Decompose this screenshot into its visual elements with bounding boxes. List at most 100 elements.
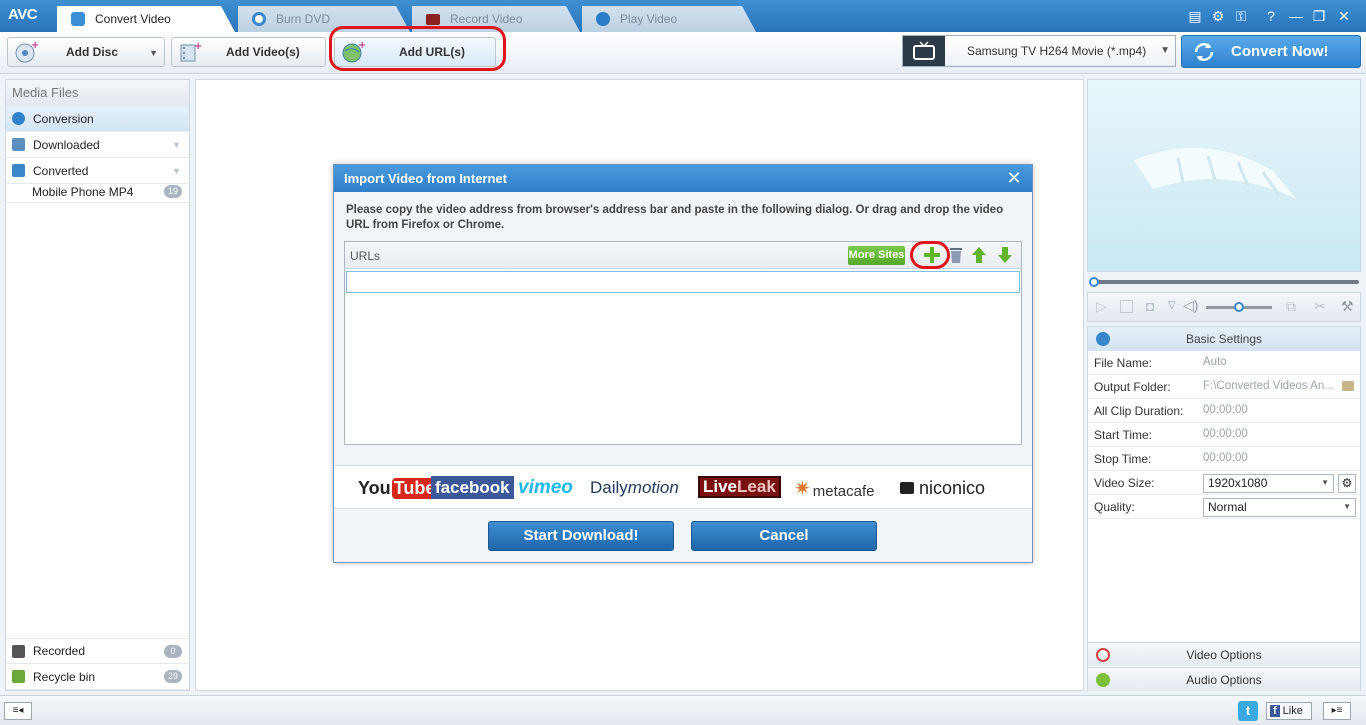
twitter-icon[interactable]: t [1238,701,1258,721]
cancel-button[interactable]: Cancel [691,521,877,551]
film-strip-icon [1132,146,1299,201]
audio-options-button[interactable]: Audio Options [1088,667,1360,691]
seek-bar[interactable] [1087,277,1361,287]
media-files-panel: Media Files Conversion Downloaded ▼ Conv… [5,79,190,691]
video-size-select[interactable]: 1920x1080 ▼ [1203,474,1334,493]
count-badge: 29 [164,670,182,683]
chevron-down-icon[interactable]: ▽ [1168,300,1176,311]
add-videos-button[interactable]: + Add Video(s) [171,37,326,67]
minimize-icon[interactable]: — [1287,7,1305,25]
key-icon[interactable]: ⚿ [1232,7,1250,25]
niconico-logo[interactable]: niconico [900,476,985,500]
move-down-icon[interactable] [997,246,1013,264]
youtube-logo[interactable]: You Tube [358,476,438,500]
record-icon [426,14,440,25]
scissors-icon[interactable]: ✂ [1314,298,1326,315]
tab-play-video[interactable]: Play Video [582,6,756,32]
play-icon[interactable]: ▷ [1096,298,1107,315]
output-profile-select[interactable]: Samsung TV H264 Movie (*.mp4) ▼ [902,35,1176,67]
url-list: URLs More Sites [344,241,1022,445]
setting-label: Start Time: [1094,428,1153,442]
highlight-ring [910,241,950,269]
start-download-button[interactable]: Start Download! [488,521,674,551]
gear-icon[interactable]: ⚙ [1209,7,1227,25]
camcorder-icon [12,644,25,658]
disc-add-icon: + [15,40,38,63]
video-options-label: Video Options [1186,648,1262,662]
clip-duration-value: 00:00:00 [1203,404,1248,416]
liveleak-logo[interactable]: Live Leak [698,476,781,498]
chevron-down-icon[interactable]: ▼ [1160,45,1170,56]
metacafe-logo[interactable]: ✷ metacafe [794,476,874,500]
audio-options-label: Audio Options [1186,673,1262,687]
download-icon [12,138,25,151]
start-time-row: Start Time: 00:00:00 [1088,423,1360,447]
converted-icon [12,164,25,177]
dailymotion-logo[interactable]: Daily motion [590,476,679,500]
wrench-icon[interactable]: ⚒ [1341,298,1354,315]
film-icon [1096,648,1110,662]
folder-icon[interactable] [1342,381,1354,391]
sidebar-item-recorded[interactable]: Recorded 0 [6,638,189,664]
start-time-value[interactable]: 00:00:00 [1203,428,1343,440]
sidebar-item-downloaded[interactable]: Downloaded ▼ [6,132,189,158]
more-sites-button[interactable]: More Sites [848,246,905,265]
quality-select[interactable]: Normal ▼ [1203,498,1356,517]
conversion-icon [12,112,25,125]
basic-settings-header[interactable]: Basic Settings [1088,327,1360,351]
basic-settings-title: Basic Settings [1185,332,1263,346]
sidebar-item-label: Downloaded [33,137,100,152]
sidebar-item-conversion[interactable]: Conversion [6,106,189,132]
close-icon[interactable]: ✕ [1335,7,1353,25]
stop-icon[interactable] [1120,300,1133,313]
chevron-down-icon[interactable]: ▼ [172,166,182,176]
url-list-header: URLs More Sites [345,241,1021,269]
logo-text: You [358,477,391,498]
maximize-icon[interactable]: ❐ [1310,7,1328,25]
vimeo-logo[interactable]: vimeo [518,476,573,500]
output-folder-value[interactable]: F:\Converted Videos An... [1203,380,1336,392]
facebook-like-button[interactable]: f Like [1266,702,1312,720]
volume-icon[interactable]: ◁) [1183,297,1198,314]
camera-icon[interactable]: ◘ [1146,298,1154,314]
count-badge: 0 [164,645,182,658]
sidebar-item-mobile-phone-mp4[interactable]: Mobile Phone MP4 19 [6,181,189,203]
count-badge: 19 [164,185,182,198]
settings-panel: Basic Settings File Name: Auto Output Fol… [1087,326,1361,691]
gear-icon[interactable]: ⚙ [1338,474,1356,493]
toggle-preview-icon[interactable]: ▸≡ [1323,702,1351,720]
stop-time-value[interactable]: 00:00:00 [1203,452,1343,464]
add-disc-button[interactable]: + Add Disc ▼ [7,37,165,67]
merge-icon[interactable]: ⧉ [1286,298,1296,315]
setting-label: Output Folder: [1094,380,1171,394]
stop-time-row: Stop Time: 00:00:00 [1088,447,1360,471]
help-icon[interactable]: ? [1262,7,1280,25]
sidebar-item-label: Converted [33,163,89,178]
sidebar-item-label: Recorded [33,644,86,658]
register-icon[interactable]: ▤ [1186,7,1204,25]
convert-now-button[interactable]: Convert Now! [1181,35,1361,68]
tab-convert-video[interactable]: Convert Video [57,6,235,32]
like-label: Like [1282,705,1303,717]
tv-icon [900,482,914,494]
trash-icon[interactable] [948,246,964,264]
chevron-down-icon[interactable]: ▼ [172,140,182,150]
facebook-logo[interactable]: facebook [431,476,514,499]
url-input[interactable] [346,271,1020,293]
seek-handle[interactable] [1089,277,1099,287]
chevron-down-icon[interactable]: ▼ [149,48,158,58]
add-videos-label: Add Video(s) [226,45,300,59]
media-files-title: Media Files [6,80,189,106]
move-up-icon[interactable] [971,246,987,264]
volume-handle[interactable] [1234,302,1244,312]
close-icon[interactable]: ✕ [1004,168,1024,188]
sidebar-item-recycle-bin[interactable]: Recycle bin 29 [6,664,189,690]
app-logo: AVC [8,6,38,23]
video-size-row: Video Size: 1920x1080 ▼ ⚙ [1088,471,1360,495]
toggle-panel-icon[interactable]: ≡◂ [4,702,32,720]
logo-text: metacafe [812,482,875,500]
setting-label: All Clip Duration: [1094,404,1184,418]
video-options-button[interactable]: Video Options [1088,642,1360,666]
output-folder-row: Output Folder: F:\Converted Videos An... [1088,375,1360,399]
file-name-value[interactable]: Auto [1203,356,1343,368]
